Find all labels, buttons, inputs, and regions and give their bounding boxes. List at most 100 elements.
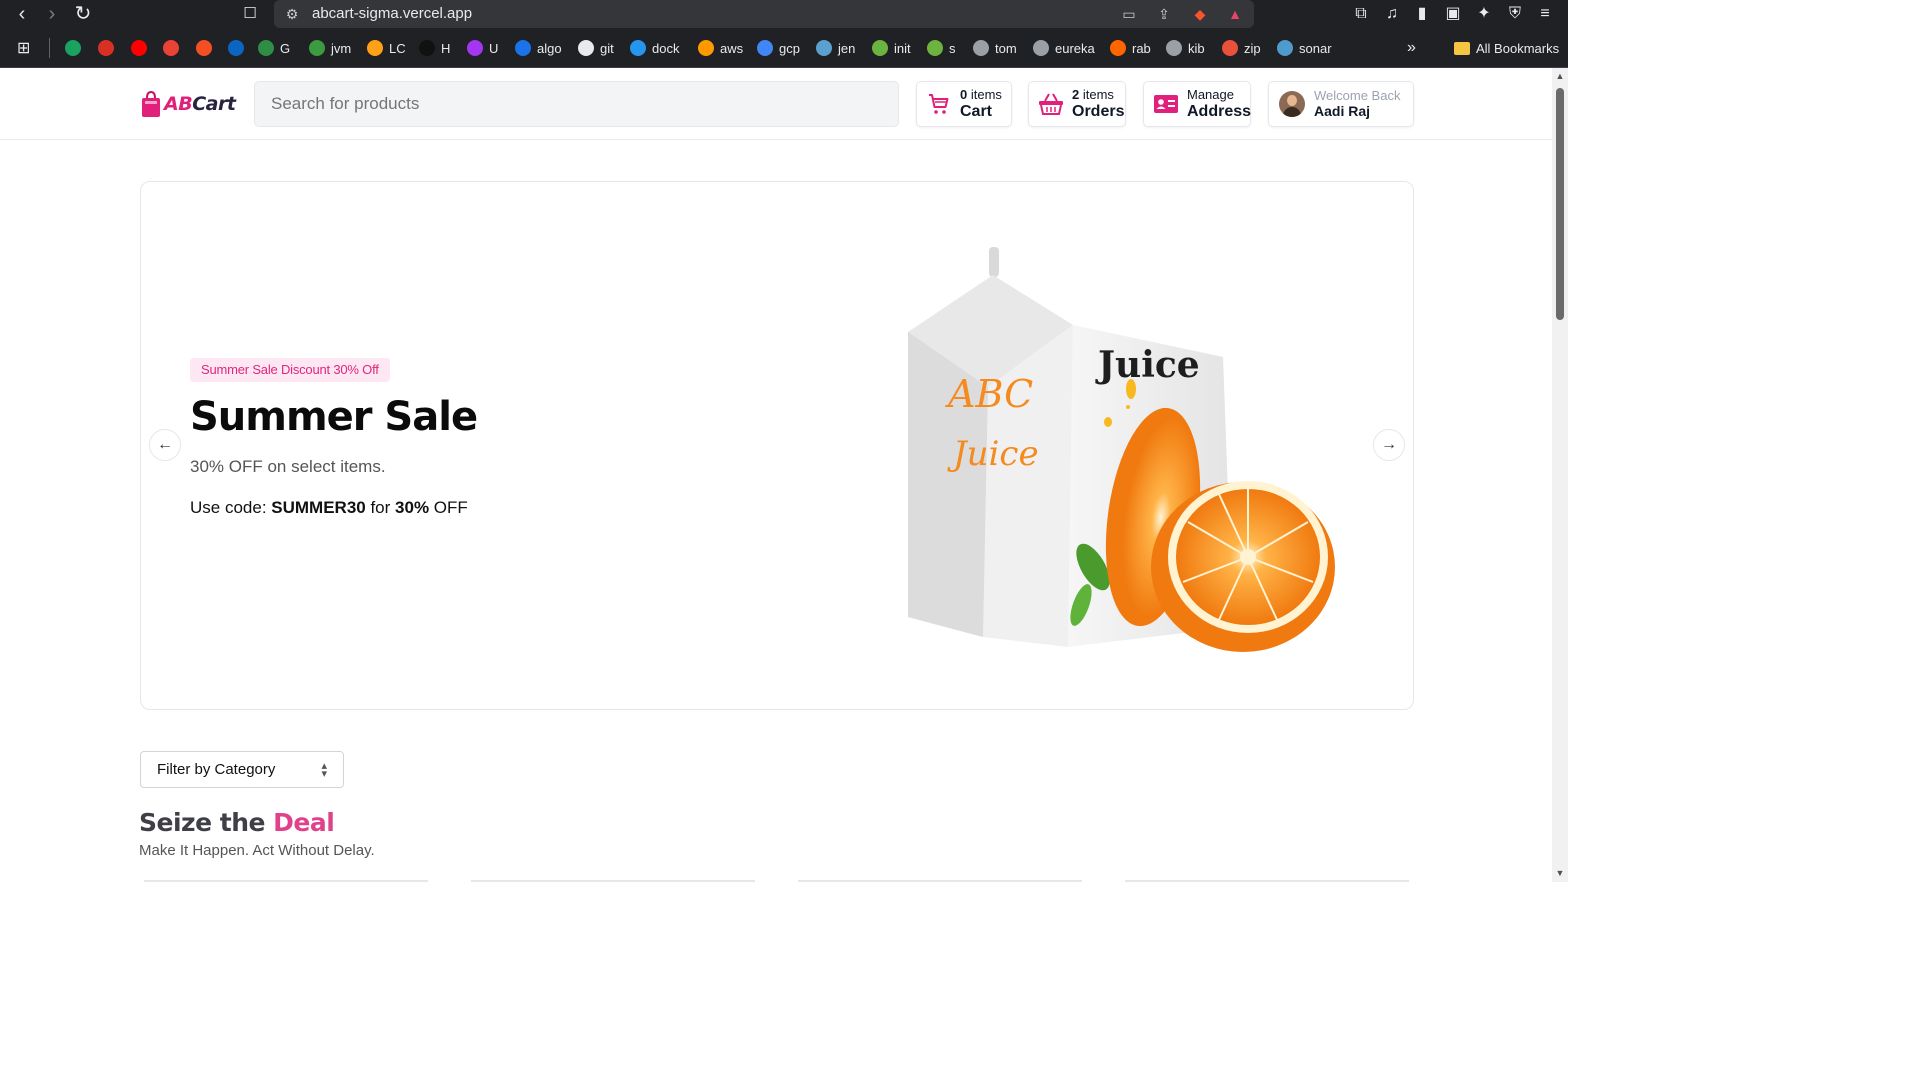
- bookmark-eureka[interactable]: eureka: [1033, 38, 1095, 58]
- bookmark-jen[interactable]: jen: [816, 38, 855, 58]
- bookmarks-bar: ⊞ Gjvm LC H Ualgo git dock aws gcp jen init s tom eu…: [0, 28, 1568, 68]
- back-icon[interactable]: ‹: [10, 2, 34, 26]
- reader-mode-icon[interactable]: ▭: [1119, 4, 1139, 24]
- carton-side-juice: Juice: [1095, 344, 1200, 386]
- product-card-edge: [144, 880, 428, 882]
- category-filter-select[interactable]: Filter by Category ▴ ▾: [140, 751, 344, 788]
- bookmark-icon[interactable]: ☐: [238, 2, 262, 26]
- bookmark-youtube[interactable]: [131, 38, 153, 58]
- extensions-icon[interactable]: ⧉: [1350, 3, 1372, 25]
- cart-label: Cart: [960, 103, 993, 120]
- youtube-icon: [131, 40, 147, 56]
- site-settings-icon[interactable]: ⚙: [282, 4, 302, 24]
- manage-address-button[interactable]: Manage Address: [1143, 81, 1251, 127]
- bookmark-U[interactable]: U: [467, 38, 498, 58]
- brave-shield-icon[interactable]: ◆: [1190, 4, 1210, 24]
- bookmark-aws[interactable]: aws: [698, 38, 743, 58]
- section-title: Seize the Deal: [139, 808, 335, 837]
- search-input[interactable]: [254, 81, 899, 127]
- scroll-thumb[interactable]: [1556, 88, 1564, 320]
- bookmark-kib[interactable]: kib: [1166, 38, 1205, 58]
- bookmark-dock[interactable]: dock: [630, 38, 679, 58]
- welcome-text: Welcome Back: [1314, 88, 1401, 103]
- filter-label: Filter by Category: [157, 761, 276, 778]
- bookmark-sonar[interactable]: sonar: [1277, 38, 1332, 58]
- hero-subtitle: 30% OFF on select items.: [190, 457, 386, 476]
- linkedin-icon: [228, 40, 244, 56]
- sidebar-icon[interactable]: ▮: [1411, 3, 1433, 25]
- bookmark-git[interactable]: git: [578, 38, 614, 58]
- address-bar[interactable]: ⚙ abcart-sigma.vercel.app ▭ ⇪ ◆ ▲: [274, 0, 1254, 28]
- globe-icon: [1033, 40, 1049, 56]
- bookmark-init[interactable]: init: [872, 38, 911, 58]
- docker-icon: [630, 40, 646, 56]
- microsoft-icon: [196, 40, 212, 56]
- vpn-icon[interactable]: ⛨: [1504, 3, 1526, 25]
- arrow-left-icon: ←: [157, 436, 173, 453]
- apps-icon[interactable]: ⊞: [17, 38, 30, 58]
- logo[interactable]: ABCart: [140, 88, 236, 120]
- sonar-icon: [1277, 40, 1293, 56]
- avatar: [1279, 91, 1305, 117]
- media-icon[interactable]: ♫: [1381, 3, 1403, 25]
- promo-code: SUMMER30: [271, 498, 366, 517]
- carousel-prev-button[interactable]: ←: [149, 429, 181, 461]
- forward-icon[interactable]: ›: [40, 2, 64, 26]
- bookmark-tom[interactable]: tom: [973, 38, 1017, 58]
- bookmark-LC[interactable]: LC: [367, 38, 406, 58]
- gmail-icon: [163, 40, 179, 56]
- brave-rewards-icon[interactable]: ▲: [1225, 4, 1245, 24]
- reload-icon[interactable]: ↻: [71, 2, 95, 26]
- cb-icon: [65, 40, 81, 56]
- section-subtitle: Make It Happen. Act Without Delay.: [139, 842, 375, 859]
- hackerrank-icon: [419, 40, 435, 56]
- bookmark-jvm[interactable]: jvm: [309, 38, 351, 58]
- leo-ai-icon[interactable]: ✦: [1473, 3, 1495, 25]
- bookmark-gmail[interactable]: [163, 38, 185, 58]
- aws-icon: [698, 40, 714, 56]
- product-card-edge: [1125, 880, 1409, 882]
- bookmark-gcp[interactable]: gcp: [757, 38, 800, 58]
- browser-toolbar: ‹ › ↻ ☐ ⚙ abcart-sigma.vercel.app ▭ ⇪ ◆ …: [0, 0, 1568, 28]
- rabbitmq-icon: [1110, 40, 1126, 56]
- url-text[interactable]: abcart-sigma.vercel.app: [312, 5, 472, 22]
- page-scrollbar[interactable]: ▲ ▼: [1552, 68, 1568, 882]
- jvm-icon: [309, 40, 325, 56]
- hero-carousel: Summer Sale Discount 30% Off Summer Sale…: [140, 181, 1414, 710]
- cart-icon: [926, 91, 952, 117]
- share-icon[interactable]: ⇪: [1154, 4, 1174, 24]
- bookmark-rab[interactable]: rab: [1110, 38, 1151, 58]
- chevron-updown-icon: ▴ ▾: [321, 759, 327, 780]
- promo-code-text: Use code: SUMMER30 for 30% OFF: [190, 498, 468, 517]
- diamond-icon: [98, 40, 114, 56]
- wallet-icon[interactable]: ▣: [1442, 3, 1464, 25]
- bookmark-cb[interactable]: [65, 38, 87, 58]
- bookmark-linkedin[interactable]: [228, 38, 250, 58]
- address-small-label: Manage: [1187, 87, 1234, 102]
- all-bookmarks[interactable]: All Bookmarks: [1454, 38, 1559, 58]
- jenkins-icon: [816, 40, 832, 56]
- cart-button[interactable]: 0 items Cart: [916, 81, 1012, 127]
- globe-icon: [973, 40, 989, 56]
- address-label: Address: [1187, 103, 1252, 120]
- more-bookmarks-icon[interactable]: »: [1407, 38, 1416, 58]
- carousel-next-button[interactable]: →: [1373, 429, 1405, 461]
- bookmark-microsoft[interactable]: [196, 38, 218, 58]
- basket-icon: [1038, 91, 1064, 117]
- kibana-icon: [1166, 40, 1182, 56]
- bookmark-diamond[interactable]: [98, 38, 120, 58]
- scroll-up-icon[interactable]: ▲: [1555, 71, 1565, 81]
- scroll-down-icon[interactable]: ▼: [1555, 868, 1565, 878]
- juice-carton-image: ABC Juice Juice: [908, 247, 1335, 652]
- menu-icon[interactable]: ≡: [1534, 3, 1556, 25]
- bookmark-s[interactable]: s: [927, 38, 956, 58]
- shopping-bag-icon: [142, 90, 160, 117]
- user-profile-button[interactable]: Welcome Back Aadi Raj: [1268, 81, 1414, 127]
- bookmark-H[interactable]: H: [419, 38, 450, 58]
- orders-button[interactable]: 2 items Orders: [1028, 81, 1126, 127]
- bookmark-G[interactable]: G: [258, 38, 290, 58]
- address-card-icon: [1153, 91, 1179, 117]
- bookmark-algo[interactable]: algo: [515, 38, 562, 58]
- bookmark-zip[interactable]: zip: [1222, 38, 1261, 58]
- carton-text-juice: Juice: [947, 434, 1039, 474]
